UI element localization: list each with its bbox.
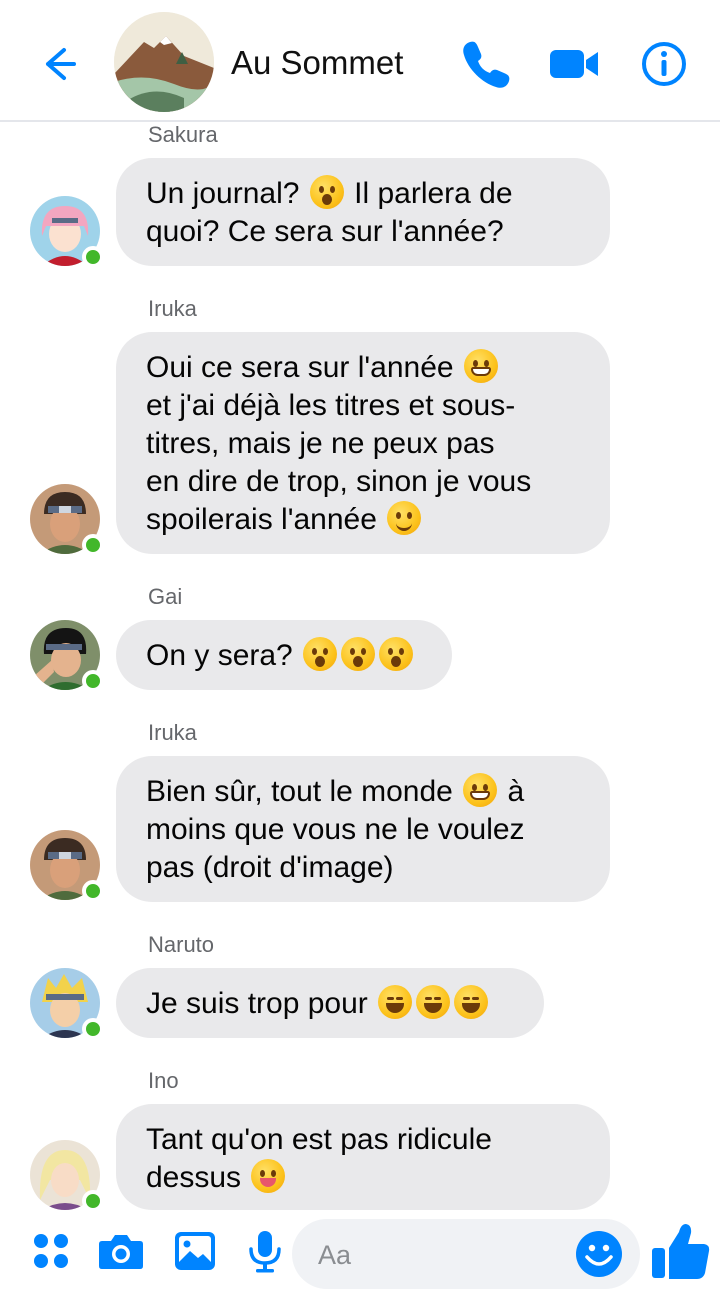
sender-name: Iruka: [148, 720, 197, 745]
avatar-sakura[interactable]: [30, 196, 104, 268]
message-bubble[interactable]: Un journal? Il parlera de quoi? Ce sera …: [116, 158, 610, 266]
sender-name: Naruto: [148, 932, 215, 957]
message-line: titres, mais je ne peux pas: [146, 427, 495, 460]
avatar-naruto[interactable]: [30, 968, 104, 1040]
message-line: et j'ai déjà les titres et sous-: [146, 389, 516, 422]
message-line: Oui ce sera sur l'année: [146, 349, 580, 387]
apps-grid-icon[interactable]: [26, 1226, 76, 1276]
emoji-icon[interactable]: [574, 1229, 624, 1279]
online-status-indicator: [82, 880, 104, 902]
grinning-emoji-icon: [463, 773, 498, 807]
microphone-icon[interactable]: [240, 1226, 290, 1276]
message-line: Je suis trop pour: [146, 985, 514, 1023]
message-line: moins que vous ne le voulez: [146, 813, 525, 846]
thumbs-up-icon[interactable]: [648, 1218, 714, 1284]
message-thread[interactable]: Sakura Un journal? Il parlera de quoi? C…: [0, 122, 720, 1210]
sender-name: Iruka: [148, 296, 197, 321]
mountain-painting-icon: [114, 12, 214, 112]
message-line: On y sera?: [146, 637, 422, 675]
sender-name: Sakura: [148, 122, 218, 147]
video-camera-icon[interactable]: [546, 36, 602, 92]
online-status-indicator: [82, 246, 104, 268]
sender-name: Gai: [148, 584, 183, 609]
online-status-indicator: [82, 670, 104, 692]
rolling-laughing-emoji-icon: [454, 985, 489, 1019]
conversation-title: Au Sommet: [231, 44, 404, 81]
message-line: dessus: [146, 1159, 580, 1197]
message-bubble[interactable]: Oui ce sera sur l'année et j'ai déjà les…: [116, 332, 610, 554]
message-bubble[interactable]: Je suis trop pour: [116, 968, 544, 1038]
rolling-laughing-emoji-icon: [378, 985, 413, 1019]
smirking-emoji-icon: [387, 501, 422, 535]
avatar-gai[interactable]: [30, 620, 104, 692]
message-input[interactable]: [316, 1234, 560, 1276]
sender-name: Ino: [148, 1068, 179, 1093]
yum-emoji-icon: [251, 1159, 286, 1193]
astonished-emoji-icon: [303, 637, 338, 671]
message-bubble[interactable]: Bien sûr, tout le monde à moins que vous…: [116, 756, 610, 902]
grinning-emoji-icon: [463, 349, 498, 383]
message-bubble[interactable]: Tant qu'on est pas ridicule dessus: [116, 1104, 610, 1210]
arrow-left-icon[interactable]: [34, 40, 82, 88]
online-status-indicator: [82, 1018, 104, 1040]
message-line: pas (droit d'image): [146, 851, 394, 884]
composer-bar: [0, 1210, 720, 1293]
astonished-emoji-icon: [309, 175, 344, 209]
avatar-ino[interactable]: [30, 1140, 104, 1210]
message-bubble[interactable]: On y sera?: [116, 620, 452, 690]
conversation-header: Au Sommet: [0, 0, 720, 122]
astonished-emoji-icon: [379, 637, 414, 671]
message-line: Tant qu'on est pas ridicule: [146, 1123, 492, 1156]
astonished-emoji-icon: [341, 637, 376, 671]
message-line: spoilerais l'année: [146, 501, 580, 539]
online-status-indicator: [82, 1190, 104, 1210]
image-icon[interactable]: [170, 1226, 220, 1276]
phone-icon[interactable]: [458, 36, 514, 92]
message-composer[interactable]: [292, 1219, 640, 1289]
message-line: quoi? Ce sera sur l'année?: [146, 215, 504, 248]
camera-icon[interactable]: [96, 1226, 146, 1276]
avatar-iruka[interactable]: [30, 830, 104, 902]
online-status-indicator: [82, 534, 104, 556]
group-avatar[interactable]: [114, 12, 214, 112]
message-line: Bien sûr, tout le monde à: [146, 773, 525, 808]
info-icon[interactable]: [636, 36, 692, 92]
rolling-laughing-emoji-icon: [416, 985, 451, 1019]
avatar-iruka[interactable]: [30, 484, 104, 556]
message-line: Un journal? Il parlera de: [146, 175, 513, 210]
message-line: en dire de trop, sinon je vous: [146, 465, 532, 498]
